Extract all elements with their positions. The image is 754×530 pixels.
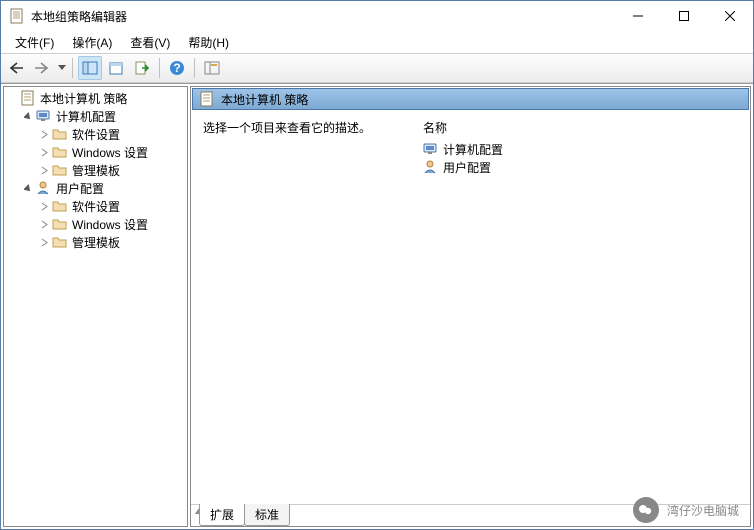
- tree-pane[interactable]: ▾ 本地计算机 策略 计算机配置 软件设置: [3, 86, 188, 527]
- details-pane: 本地计算机 策略 选择一个项目来查看它的描述。 名称 计算机配置 用户配置: [190, 86, 751, 527]
- tree-admin-templates[interactable]: 管理模板: [38, 161, 187, 179]
- tree-label: 管理模板: [70, 161, 122, 180]
- folder-icon: [52, 162, 68, 178]
- tab-standard[interactable]: 标准: [244, 504, 290, 526]
- window-title: 本地组策略编辑器: [31, 8, 615, 25]
- back-button[interactable]: [5, 56, 29, 80]
- details-title: 本地计算机 策略: [221, 91, 308, 108]
- user-icon: [36, 180, 52, 196]
- tree-label: Windows 设置: [70, 215, 150, 234]
- folder-icon: [52, 126, 68, 142]
- caret-right-icon[interactable]: [38, 166, 50, 175]
- show-tree-button[interactable]: [78, 56, 102, 80]
- tree-label: 管理模板: [70, 233, 122, 252]
- forward-button[interactable]: [31, 56, 55, 80]
- item-label: 计算机配置: [443, 141, 503, 158]
- app-window: 本地组策略编辑器 文件(F) 操作(A) 查看(V) 帮助(H) ?: [0, 0, 754, 530]
- caret-right-icon[interactable]: [38, 148, 50, 157]
- wechat-icon: [633, 497, 659, 523]
- caret-down-icon[interactable]: [22, 112, 34, 121]
- tree-label: 计算机配置: [54, 107, 118, 126]
- properties-button[interactable]: [104, 56, 128, 80]
- column-header-name[interactable]: 名称: [423, 119, 503, 136]
- caret-right-icon[interactable]: [38, 220, 50, 229]
- user-icon: [423, 159, 439, 175]
- tree-software-settings[interactable]: 软件设置: [38, 197, 187, 215]
- tree-windows-settings[interactable]: Windows 设置: [38, 215, 187, 233]
- watermark-text: 湾仔沙电脑城: [667, 502, 739, 519]
- list-item[interactable]: 用户配置: [423, 158, 503, 176]
- separator: [72, 58, 73, 78]
- tree-label: 软件设置: [70, 197, 122, 216]
- tree-label: 本地计算机 策略: [38, 89, 129, 108]
- svg-text:?: ?: [173, 61, 180, 75]
- tree-windows-settings[interactable]: Windows 设置: [38, 143, 187, 161]
- nav-dropdown[interactable]: [57, 65, 67, 71]
- maximize-button[interactable]: [661, 1, 707, 31]
- caret-right-icon[interactable]: [38, 238, 50, 247]
- toolbar: ?: [1, 53, 753, 83]
- menu-view[interactable]: 查看(V): [122, 32, 178, 53]
- folder-icon: [52, 198, 68, 214]
- tab-extended[interactable]: 扩展: [199, 504, 245, 526]
- folder-icon: [52, 216, 68, 232]
- menu-action[interactable]: 操作(A): [64, 32, 120, 53]
- tree-computer-config[interactable]: 计算机配置: [22, 107, 187, 125]
- details-body: 选择一个项目来查看它的描述。 名称 计算机配置 用户配置: [191, 111, 750, 504]
- menu-help[interactable]: 帮助(H): [180, 32, 237, 53]
- folder-icon: [52, 144, 68, 160]
- description-text: 选择一个项目来查看它的描述。: [203, 119, 383, 496]
- tree-software-settings[interactable]: 软件设置: [38, 125, 187, 143]
- caret-right-icon[interactable]: [38, 202, 50, 211]
- computer-icon: [423, 141, 439, 157]
- minimize-button[interactable]: [615, 1, 661, 31]
- window-controls: [615, 1, 753, 31]
- close-button[interactable]: [707, 1, 753, 31]
- list-item[interactable]: 计算机配置: [423, 140, 503, 158]
- item-list: 名称 计算机配置 用户配置: [423, 119, 503, 496]
- policy-icon: [199, 91, 215, 107]
- policy-icon: [20, 90, 36, 106]
- separator: [194, 58, 195, 78]
- watermark: 湾仔沙电脑城: [633, 497, 739, 523]
- menubar: 文件(F) 操作(A) 查看(V) 帮助(H): [1, 31, 753, 53]
- folder-icon: [52, 234, 68, 250]
- tree-label: 用户配置: [54, 179, 106, 198]
- tree-admin-templates[interactable]: 管理模板: [38, 233, 187, 251]
- caret-right-icon[interactable]: [38, 130, 50, 139]
- item-label: 用户配置: [443, 159, 491, 176]
- details-header: 本地计算机 策略: [192, 88, 749, 110]
- tree-label: Windows 设置: [70, 143, 150, 162]
- caret-down-icon[interactable]: [22, 184, 34, 193]
- menu-file[interactable]: 文件(F): [7, 32, 62, 53]
- extended-view-button[interactable]: [200, 56, 224, 80]
- titlebar: 本地组策略编辑器: [1, 1, 753, 31]
- computer-icon: [36, 108, 52, 124]
- export-button[interactable]: [130, 56, 154, 80]
- tree-label: 软件设置: [70, 125, 122, 144]
- content-area: ▾ 本地计算机 策略 计算机配置 软件设置: [1, 83, 753, 529]
- app-icon: [9, 8, 25, 24]
- tree-user-config[interactable]: 用户配置: [22, 179, 187, 197]
- separator: [159, 58, 160, 78]
- tree-root[interactable]: ▾ 本地计算机 策略: [6, 89, 187, 107]
- help-button[interactable]: ?: [165, 56, 189, 80]
